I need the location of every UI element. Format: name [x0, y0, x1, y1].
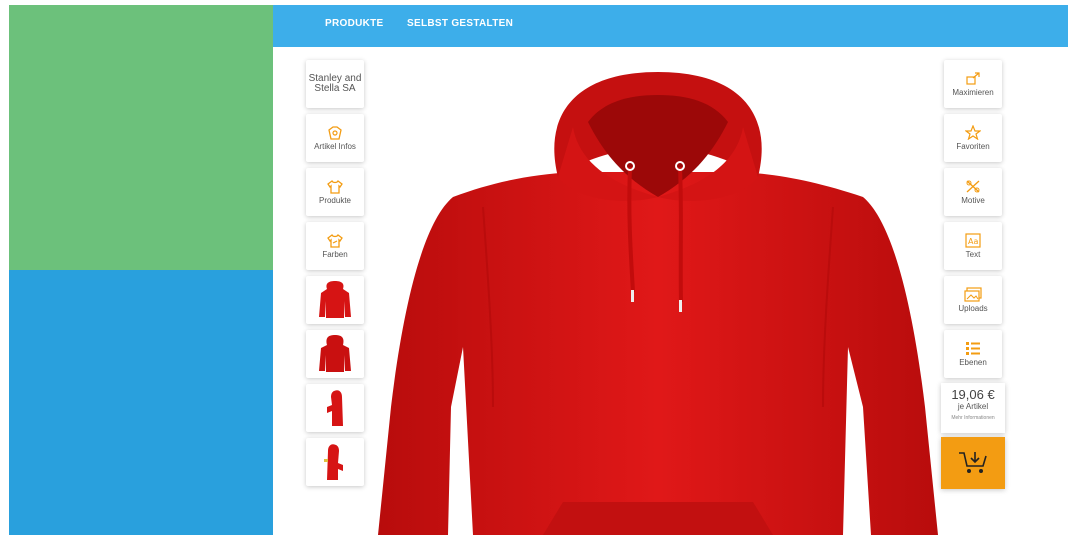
- hoodie-front-thumb: [319, 281, 351, 318]
- left-blue-panel: [9, 270, 274, 535]
- star-icon: [965, 125, 981, 140]
- layers-button[interactable]: Ebenen: [944, 330, 1002, 378]
- hoodie-right-thumb: [324, 444, 343, 480]
- text-icon: Aa: [965, 233, 981, 248]
- brand-label: Stanley and Stella SA: [308, 73, 362, 94]
- add-to-cart-button[interactable]: [941, 437, 1005, 489]
- price-amount: 19,06 €: [951, 387, 995, 402]
- favorites-label: Favoriten: [956, 142, 990, 151]
- view-left-thumbnail[interactable]: [306, 384, 364, 432]
- view-back-thumbnail[interactable]: [306, 330, 364, 378]
- article-info-button[interactable]: Artikel Infos: [306, 114, 364, 162]
- motif-icon: [966, 180, 980, 193]
- layers-label: Ebenen: [959, 358, 987, 367]
- motifs-label: Motive: [961, 196, 985, 205]
- maximize-icon: [966, 71, 980, 85]
- hoodie-back-thumb: [319, 335, 351, 372]
- palette-shirt-icon: [327, 233, 343, 248]
- image-upload-icon: [964, 287, 982, 302]
- text-label: Text: [965, 250, 981, 259]
- nav-design-yourself[interactable]: SELBST GESTALTEN: [407, 5, 513, 47]
- uploads-label: Uploads: [958, 304, 988, 313]
- text-button[interactable]: Aa Text: [944, 222, 1002, 270]
- view-front-thumbnail[interactable]: [306, 276, 364, 324]
- products-label: Produkte: [318, 195, 352, 205]
- nav-products[interactable]: PRODUKTE: [325, 5, 384, 47]
- layers-icon: [966, 342, 980, 355]
- products-button[interactable]: Produkte: [306, 168, 364, 216]
- price-per-article: je Artikel: [957, 402, 989, 411]
- left-green-panel: [9, 5, 273, 270]
- motifs-button[interactable]: Motive: [944, 168, 1002, 216]
- uploads-button[interactable]: Uploads: [944, 276, 1002, 324]
- maximize-button[interactable]: Maximieren: [944, 60, 1002, 108]
- shirt-icon: [327, 179, 343, 194]
- favorites-button[interactable]: Favoriten: [944, 114, 1002, 162]
- colors-button[interactable]: Farben: [306, 222, 364, 270]
- colors-label: Farben: [322, 249, 348, 259]
- brand-tile[interactable]: Stanley and Stella SA: [306, 60, 364, 108]
- top-navigation: PRODUKTE SELBST GESTALTEN: [273, 5, 1068, 47]
- hoodie-left-thumb: [327, 390, 343, 426]
- svg-text:Aa: Aa: [968, 237, 978, 246]
- info-icon: [328, 125, 342, 140]
- view-right-thumbnail[interactable]: [306, 438, 364, 486]
- cart-icon: [959, 452, 987, 473]
- more-info-link[interactable]: Mehr Informationen: [941, 415, 1005, 421]
- article-info-label: Artikel Infos: [314, 141, 356, 151]
- maximize-label: Maximieren: [952, 87, 994, 97]
- price-box: 19,06 € je Artikel Mehr Informationen: [941, 383, 1005, 433]
